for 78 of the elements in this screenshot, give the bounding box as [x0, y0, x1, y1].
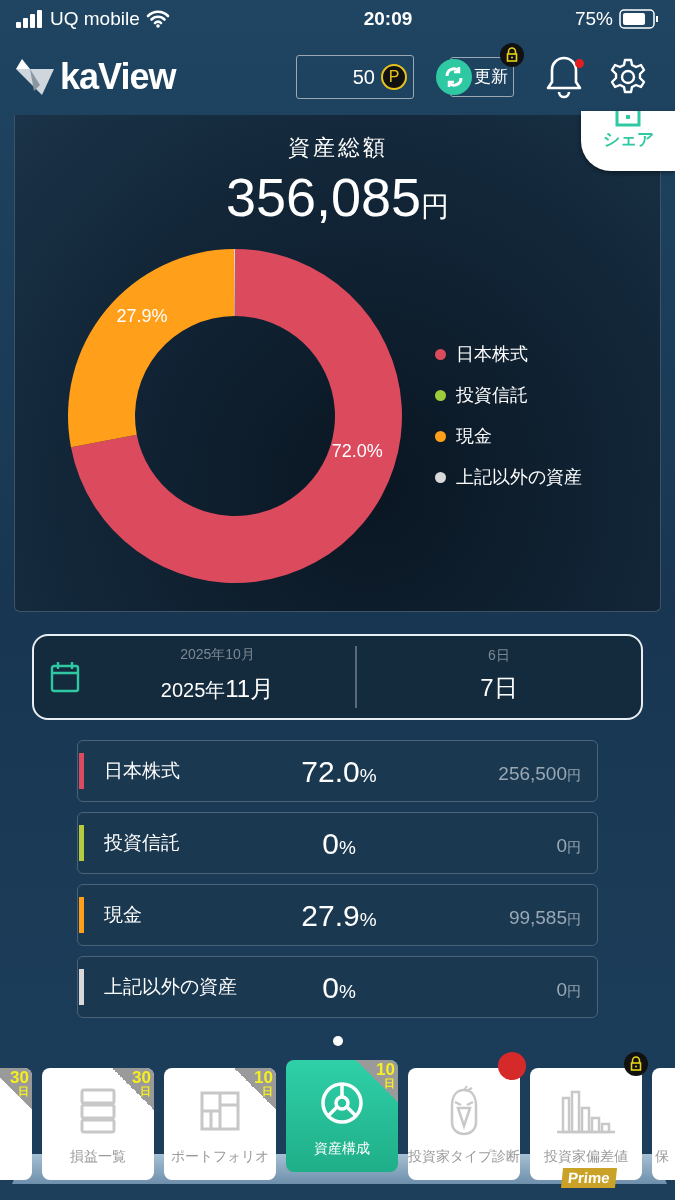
feature-tab[interactable]: 10 日 資産構成 [286, 1060, 398, 1172]
amount-unit: 円 [567, 765, 581, 785]
wifi-icon [145, 10, 170, 28]
legend-label: 上記以外の資産 [456, 466, 582, 489]
percent-unit: % [359, 764, 377, 788]
percent-unit: % [338, 836, 356, 860]
selected-day: 7日 [480, 670, 518, 706]
percent-value: 0 [322, 969, 339, 1006]
lock-icon [624, 1052, 648, 1076]
tab-label: 投資家偏差値 [544, 1147, 628, 1166]
tab-label: 資産構成 [314, 1139, 370, 1158]
badge-unit: 日 [18, 1086, 29, 1097]
badge-unit: 日 [384, 1078, 395, 1089]
badge-unit: 日 [140, 1086, 151, 1097]
total-assets-value: 356,085 [225, 170, 422, 224]
battery-percent: 75% [574, 6, 613, 31]
carrier-name: UQ mobile [50, 6, 140, 31]
tab-label: ポートフォリオ [171, 1147, 269, 1166]
amount-value: 0 [556, 833, 567, 858]
legend-label: 投資信託 [456, 384, 528, 407]
points-balance[interactable]: 50 P [296, 54, 414, 99]
total-assets-label: 資産総額 [287, 134, 388, 162]
feature-tab[interactable]: 投資家タイプ診断 [408, 1068, 520, 1180]
slice-label: 27.9% [116, 305, 168, 328]
bar-chart-icon [555, 1088, 617, 1134]
share-button[interactable]: シェア [581, 111, 675, 171]
category-name: 日本株式 [104, 758, 181, 783]
amount-unit: 円 [567, 909, 581, 929]
refresh-button[interactable]: 更新 [436, 56, 508, 97]
pie-chart-icon [320, 1081, 364, 1125]
points-value: 50 [352, 64, 375, 90]
layout-icon [200, 1091, 240, 1131]
badge-number: 10 [254, 1069, 273, 1086]
clock-time: 20:09 [362, 6, 414, 31]
percent-value: 0 [322, 825, 339, 862]
category-name: 投資信託 [104, 830, 181, 855]
battery-icon [619, 9, 659, 29]
badge-number: 10 [376, 1061, 395, 1078]
yen-unit: 円 [421, 193, 450, 221]
selected-month: 11月 [225, 674, 275, 704]
badge-unit: 日 [262, 1086, 273, 1097]
legend-label: 日本株式 [456, 343, 528, 366]
amount-value: 99,585 [508, 905, 567, 930]
refresh-icon [436, 58, 472, 95]
amount-unit: 円 [567, 981, 581, 1001]
server-icon [80, 1088, 116, 1134]
calendar-icon [50, 661, 80, 693]
feature-tab[interactable]: 30 日 [0, 1068, 32, 1180]
notification-bell-icon[interactable] [544, 54, 584, 99]
previous-day: 6日 [488, 648, 510, 662]
app-logo: kaView [60, 58, 176, 95]
date-picker[interactable]: 2025年10月 2025年11月 6日 7日 [32, 634, 643, 720]
selected-year: 2025年 [160, 678, 226, 703]
tab-label: 損益一覧 [70, 1147, 126, 1166]
feature-tab[interactable]: 10 日 ポートフォリオ [164, 1068, 276, 1180]
signal-icon [16, 10, 44, 28]
percent-unit: % [359, 908, 377, 932]
tab-label: 投資家タイプ診断 [408, 1147, 520, 1166]
legend-label: 現金 [456, 425, 492, 448]
percent-value: 27.9 [301, 897, 360, 934]
badge-number: 30 [10, 1069, 29, 1086]
feature-tab[interactable]: 30 日 損益一覧 [42, 1068, 154, 1180]
slice-label: 72.0% [331, 439, 383, 463]
category-name: 現金 [104, 902, 143, 927]
badge-number: 30 [132, 1069, 151, 1086]
tab-label: 保 [655, 1147, 669, 1166]
prime-tag: Prime [560, 1168, 617, 1188]
amount-unit: 円 [567, 837, 581, 857]
percent-unit: % [338, 980, 356, 1004]
category-name: 上記以外の資産 [104, 974, 238, 999]
points-coin: P [381, 63, 407, 90]
lock-icon [500, 42, 524, 67]
percent-value: 72.0 [301, 753, 360, 790]
amount-value: 256,500 [498, 761, 567, 786]
feature-tab[interactable]: 保 [652, 1068, 675, 1180]
previous-month: 2025年10月 [180, 647, 255, 661]
amount-value: 0 [556, 977, 567, 1002]
share-icon [615, 111, 641, 127]
